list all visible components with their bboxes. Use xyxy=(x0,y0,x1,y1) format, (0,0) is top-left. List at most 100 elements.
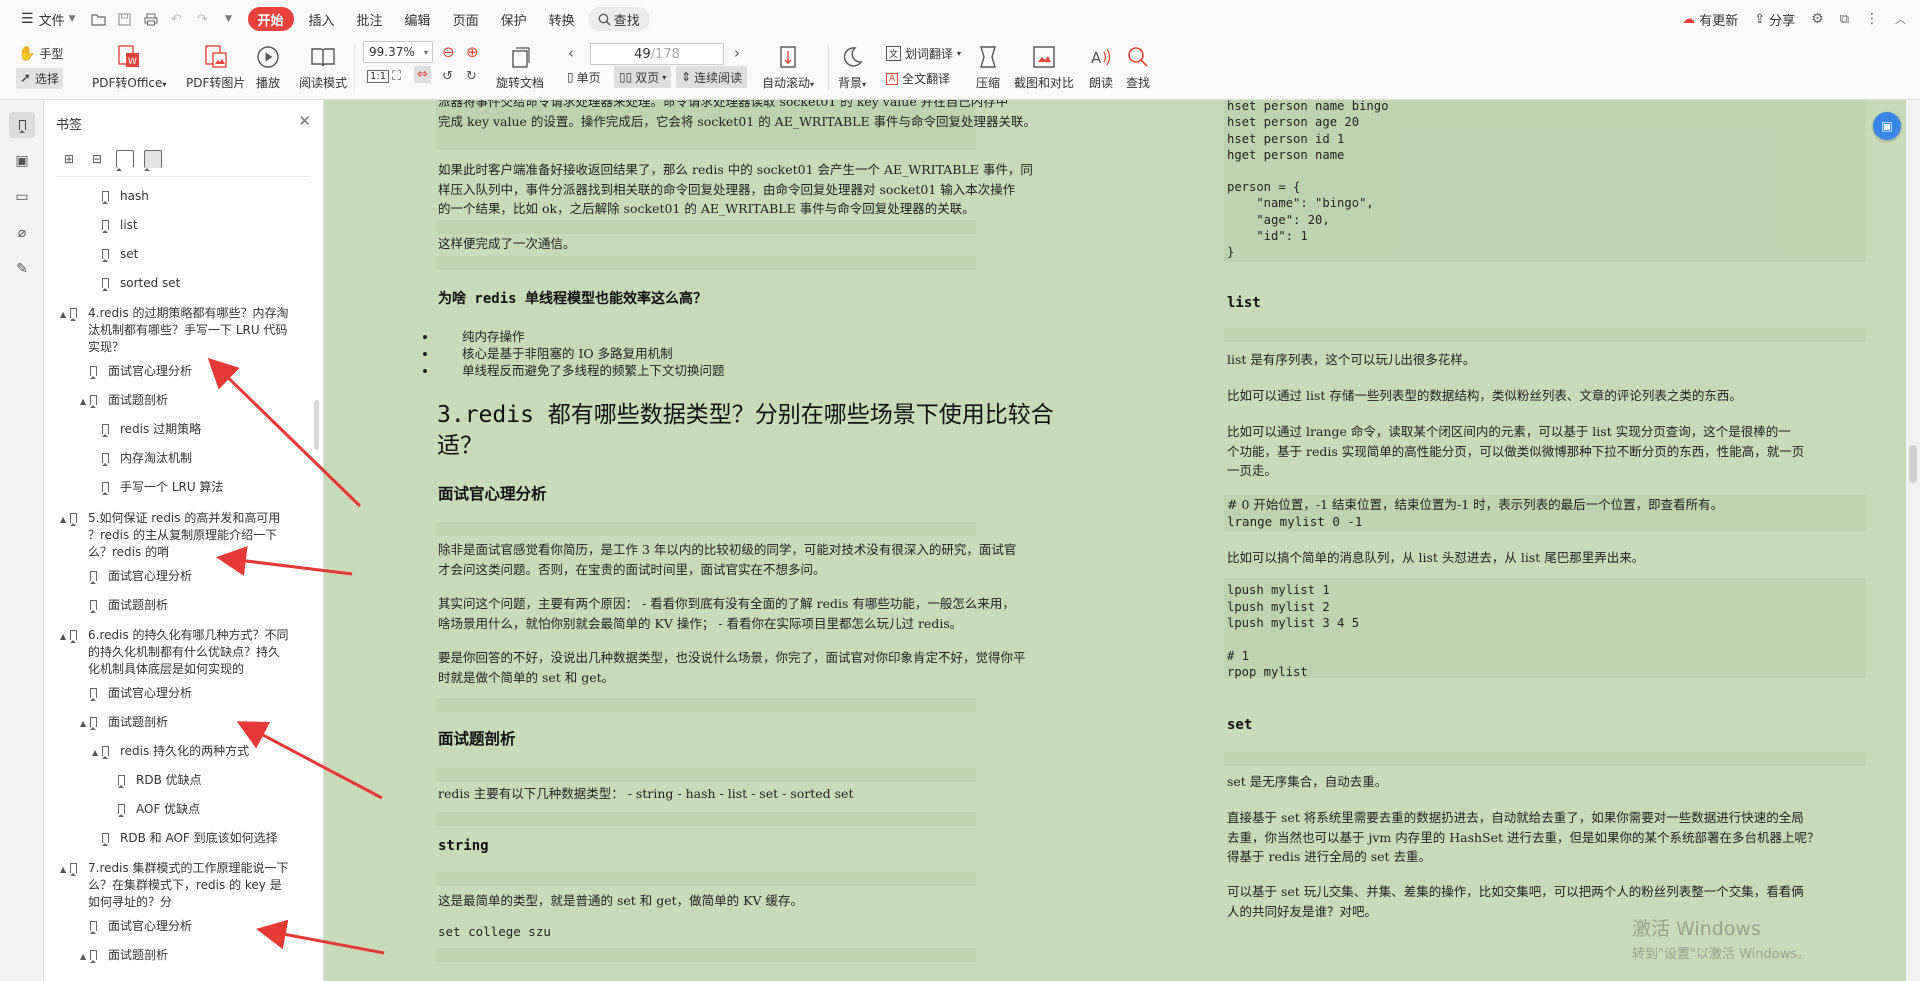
bookmark-item[interactable]: set xyxy=(102,246,138,263)
expand-toggle-icon[interactable]: ▲ xyxy=(80,948,90,965)
bookmark-item[interactable]: list xyxy=(102,217,138,234)
rotate-document-button[interactable]: 旋转文档 xyxy=(496,42,544,91)
bookmark-item[interactable]: ▲ 5.如何保证 redis 的高并发和高可用 ？redis 的主从复制原理能介绍… xyxy=(60,510,280,561)
compress-button[interactable]: 压缩 xyxy=(976,42,1000,91)
menu-comment[interactable]: 批注 xyxy=(350,7,390,31)
bookmark-item[interactable]: 面试官心理分析 xyxy=(90,918,192,935)
bookmark-item[interactable]: AOF 优缺点 xyxy=(118,801,200,818)
read-aloud-button[interactable]: A 朗读 xyxy=(1088,42,1114,91)
expand-all-icon[interactable]: ⊞ xyxy=(60,150,78,168)
bookmark-item[interactable]: ▲ 面试题剖析 xyxy=(80,714,168,732)
expand-toggle-icon[interactable]: ▲ xyxy=(60,511,70,528)
add-bookmark-icon[interactable] xyxy=(116,150,134,171)
menu-page[interactable]: 页面 xyxy=(446,7,486,31)
expand-toggle-icon[interactable]: ▲ xyxy=(60,861,70,878)
menu-edit[interactable]: 编辑 xyxy=(398,7,438,31)
zoom-out-icon[interactable]: ⊖ xyxy=(442,43,455,61)
full-translate-button[interactable]: A 全文翻译 xyxy=(886,70,950,87)
pdf-to-image-button[interactable]: PDF转图片 xyxy=(186,42,245,91)
document-scrollbar[interactable] xyxy=(1906,100,1920,981)
floating-tool-button[interactable]: ▣ xyxy=(1873,112,1901,140)
hand-tool[interactable]: ✋ 手型 xyxy=(18,45,63,62)
bookmark-item[interactable]: ▲ 7.redis 集群模式的工作原理能说一下 么？在集群模式下，redis 的 … xyxy=(60,860,289,911)
expand-toggle-icon[interactable]: ▲ xyxy=(60,628,70,645)
save-icon[interactable] xyxy=(117,12,133,26)
fit-width-icon[interactable]: ⇔ xyxy=(414,66,431,83)
redo-icon[interactable]: ↷ xyxy=(195,12,211,27)
print-icon[interactable] xyxy=(143,12,159,26)
play-button[interactable]: 播放 xyxy=(256,42,280,91)
window-restore-icon[interactable]: ⧉ xyxy=(1840,12,1849,27)
bookmark-item[interactable]: 内存淘汰机制 xyxy=(102,450,192,467)
bookmark-item[interactable]: hash xyxy=(102,188,149,205)
continuous-read-button[interactable]: ⇕ 连续阅读 xyxy=(676,66,748,88)
bookmark-scrollbar[interactable] xyxy=(314,400,319,450)
bookmark-item[interactable]: 面试官心理分析 xyxy=(90,363,192,380)
bookmark-item[interactable]: 面试题剖析 xyxy=(90,597,168,614)
bookmark-item[interactable]: ▲ 6.redis 的持久化有哪几种方式？不同 的持久化机制都有什么优缺点？持久 … xyxy=(60,627,289,678)
next-page-icon[interactable]: › xyxy=(734,44,740,62)
expand-toggle-icon[interactable]: ▲ xyxy=(80,715,90,732)
auto-scroll-icon xyxy=(776,42,800,72)
text-line: 比如可以搞个简单的消息队列，从 list 头怼进去，从 list 尾巴那里弄出来… xyxy=(1227,550,1645,565)
bookmark-item[interactable]: ▲ 4.redis 的过期策略都有哪些？内存淘 汰机制都有哪些？手写一下 LRU … xyxy=(60,305,289,356)
read-mode-button[interactable]: 阅读模式 xyxy=(299,42,347,91)
comment-icon[interactable]: ▭ xyxy=(9,184,35,210)
auto-scroll-button[interactable]: 自动滚动▾ xyxy=(762,42,814,91)
more-chevron-icon[interactable]: ▼ xyxy=(221,12,237,26)
bookmark-panel-icon[interactable] xyxy=(9,112,35,138)
settings-icon[interactable]: ⚙ xyxy=(1811,11,1824,27)
menu-convert[interactable]: 转换 xyxy=(542,7,582,31)
single-page-button[interactable]: ▯ 单页 xyxy=(562,66,606,88)
zoom-in-icon[interactable]: ⊕ xyxy=(466,43,479,61)
prev-page-icon[interactable]: ‹ xyxy=(568,44,574,62)
update-button[interactable]: ☁ 有更新 xyxy=(1682,10,1738,29)
signature-icon[interactable]: ✎ xyxy=(9,256,35,282)
select-tool[interactable]: ➚ 选择 xyxy=(16,68,63,89)
share-button[interactable]: ⇪ 分享 xyxy=(1754,10,1795,29)
undo-icon[interactable]: ↶ xyxy=(169,12,185,27)
bookmark-filter-icon[interactable] xyxy=(144,150,162,171)
bookmark-item[interactable]: RDB 和 AOF 到底该如何选择 xyxy=(102,830,278,847)
bookmark-item[interactable]: 手写一个 LRU 算法 xyxy=(102,479,223,496)
expand-toggle-icon[interactable]: ▲ xyxy=(60,306,70,323)
expand-toggle-icon[interactable]: ▲ xyxy=(92,744,102,761)
heading-analysis: 面试题剖析 xyxy=(438,729,516,748)
more-icon[interactable]: ⋮ xyxy=(1865,11,1879,27)
bookmark-item[interactable]: redis 过期策略 xyxy=(102,421,201,438)
menu-start[interactable]: 开始 xyxy=(247,7,294,31)
screenshot-compare-button[interactable]: 截图和对比 xyxy=(1014,42,1074,91)
rotate-right-icon[interactable]: ↻ xyxy=(466,69,477,84)
search-box[interactable]: 查找 xyxy=(587,7,650,31)
attachment-icon[interactable]: ⌀ xyxy=(9,220,35,246)
rotate-left-icon[interactable]: ↺ xyxy=(442,69,453,84)
zoom-input[interactable]: 99.37% ▾ xyxy=(363,41,433,63)
open-folder-icon[interactable] xyxy=(91,12,107,26)
bookmark-item[interactable]: ▲ redis 持久化的两种方式 xyxy=(92,743,249,761)
close-icon[interactable]: ✕ xyxy=(298,112,311,130)
double-page-button[interactable]: ▯▯ 双页 ▾ xyxy=(614,66,672,88)
page-number-input[interactable]: 49/178 xyxy=(590,43,724,65)
collapse-all-icon[interactable]: ⊟ xyxy=(88,150,106,168)
menu-insert[interactable]: 插入 xyxy=(302,7,342,31)
file-menu[interactable]: ☰ 文件 ▼ xyxy=(14,7,83,31)
thumbnail-icon[interactable]: ▣ xyxy=(9,148,35,174)
find-button[interactable]: 查找 xyxy=(1126,42,1150,91)
word-translate-button[interactable]: 文划词翻译 ▾ xyxy=(886,45,961,62)
bookmark-item[interactable]: RDB 优缺点 xyxy=(118,772,202,789)
bookmark-item[interactable]: 面试官心理分析 xyxy=(90,568,192,585)
bookmark-icon xyxy=(90,571,102,584)
scroll-thumb[interactable] xyxy=(1909,445,1917,483)
collapse-icon[interactable]: ︿ xyxy=(1895,11,1906,27)
fit-page-icon[interactable]: ⛶ xyxy=(392,69,401,84)
bookmark-item[interactable]: 面试官心理分析 xyxy=(90,685,192,702)
expand-toggle-icon[interactable]: ▲ xyxy=(80,393,90,410)
background-button[interactable]: 背景▾ xyxy=(838,42,866,91)
bookmark-item[interactable]: ▲ 面试题剖析 xyxy=(80,947,168,965)
bookmark-item[interactable]: ▲ 面试题剖析 xyxy=(80,392,168,410)
bookmark-item[interactable]: sorted set xyxy=(102,275,180,292)
menu-protect[interactable]: 保护 xyxy=(494,7,534,31)
actual-size-icon[interactable]: 1:1 xyxy=(367,70,390,83)
pdf-to-office-button[interactable]: W PDF转Office▾ xyxy=(92,42,166,91)
bookmark-icon xyxy=(102,424,114,437)
